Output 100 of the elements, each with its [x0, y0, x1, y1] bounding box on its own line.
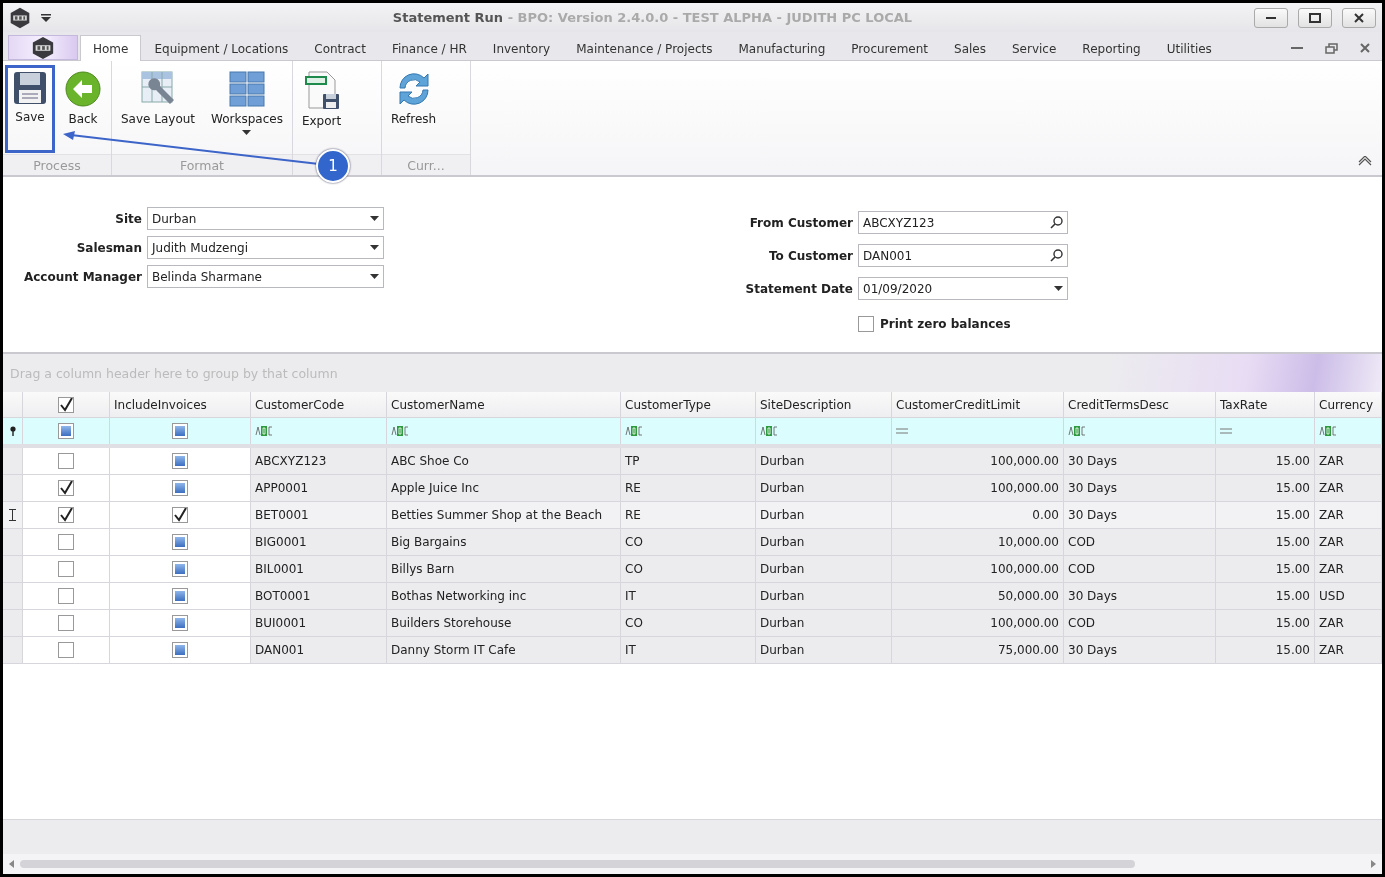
- close-icon: [1354, 12, 1364, 23]
- scroll-left-icon[interactable]: [9, 860, 14, 868]
- dropdown-field[interactable]: Durban: [147, 207, 384, 230]
- dropdown-caret-icon: [1054, 286, 1063, 291]
- checkbox[interactable]: [172, 588, 188, 604]
- quick-access-caret-icon[interactable]: [41, 13, 51, 22]
- checkbox[interactable]: [172, 507, 188, 523]
- ribbon-tab[interactable]: Sales: [941, 36, 999, 60]
- dropdown-caret-icon: [370, 216, 379, 221]
- checkbox[interactable]: [172, 642, 188, 658]
- table-cell: 15.00: [1216, 610, 1315, 636]
- field-label: Account Manager: [22, 269, 142, 284]
- checkbox[interactable]: [172, 561, 188, 577]
- ribbon-tab[interactable]: Equipment / Locations: [141, 36, 302, 60]
- table-cell: 100,000.00: [892, 610, 1064, 636]
- column-header[interactable]: CustomerCreditLimit: [892, 392, 1064, 417]
- table-cell: RE: [621, 475, 756, 501]
- dropdown-field[interactable]: 01/09/2020: [858, 277, 1068, 300]
- table-cell: Durban: [756, 556, 892, 582]
- ribbon-button[interactable]: Save Layout: [114, 65, 203, 153]
- logo-icon: [9, 6, 31, 29]
- table-cell: COD: [1064, 556, 1216, 582]
- table-cell: Big Bargains: [387, 529, 621, 555]
- application-menu-button[interactable]: [8, 35, 78, 60]
- minimize-button[interactable]: [1254, 7, 1288, 28]
- table-cell: 15.00: [1216, 529, 1315, 555]
- column-header[interactable]: SiteDescription: [756, 392, 892, 417]
- ribbon-tab[interactable]: Reporting: [1069, 36, 1154, 60]
- lookup-field[interactable]: DAN001: [858, 244, 1068, 267]
- grid-icon: [228, 70, 266, 108]
- table-cell: 15.00: [1216, 448, 1315, 474]
- table-cell: Apple Juice Inc: [387, 475, 621, 501]
- ribbon-button[interactable]: Back: [57, 65, 109, 153]
- equals-filter-icon: [1220, 428, 1232, 434]
- column-header[interactable]: CustomerType: [621, 392, 756, 417]
- ribbon-tab[interactable]: Maintenance / Projects: [563, 36, 726, 60]
- collapse-ribbon-icon[interactable]: [1358, 156, 1372, 166]
- table-cell: ZAR: [1315, 529, 1382, 555]
- column-header[interactable]: Currency: [1315, 392, 1382, 417]
- column-header[interactable]: TaxRate: [1216, 392, 1315, 417]
- table-cell: BIL0001: [251, 556, 387, 582]
- table-cell: Betties Summer Shop at the Beach: [387, 502, 621, 528]
- checkbox[interactable]: [58, 615, 74, 631]
- scrollbar-thumb[interactable]: [20, 860, 1135, 868]
- ribbon-tab[interactable]: Home: [80, 35, 142, 61]
- search-icon: [1050, 216, 1063, 229]
- column-header[interactable]: CreditTermsDesc: [1064, 392, 1216, 417]
- ribbon-tab[interactable]: Procurement: [838, 36, 942, 60]
- checkbox[interactable]: [58, 423, 74, 439]
- ribbon-tab[interactable]: Finance / HR: [378, 36, 480, 60]
- dropdown-field[interactable]: Belinda Sharmane: [147, 265, 384, 288]
- column-header[interactable]: IncludeInvoices: [110, 392, 251, 417]
- table-cell: IT: [621, 583, 756, 609]
- ribbon-tab[interactable]: Service: [999, 36, 1070, 60]
- dropdown-caret-icon: [370, 274, 379, 279]
- checkbox[interactable]: [58, 480, 74, 496]
- ribbon-button[interactable]: Workspaces: [204, 65, 290, 153]
- text-filter-icon: [1319, 425, 1337, 437]
- checkbox[interactable]: [172, 615, 188, 631]
- maximize-button[interactable]: [1298, 7, 1332, 28]
- table-cell: ZAR: [1315, 610, 1382, 636]
- checkbox[interactable]: [58, 534, 74, 550]
- ribbon-button[interactable]: Refresh: [383, 65, 444, 153]
- table-cell: Durban: [756, 448, 892, 474]
- table-cell: Danny Storm IT Cafe: [387, 637, 621, 663]
- checkbox[interactable]: [58, 507, 74, 523]
- table-cell: ZAR: [1315, 502, 1382, 528]
- table-cell: RE: [621, 502, 756, 528]
- ribbon-button[interactable]: Save: [5, 65, 55, 153]
- table-cell: BOT0001: [251, 583, 387, 609]
- table-cell: COD: [1064, 610, 1216, 636]
- window-title: Statement Run - BPO: Version 2.4.0.0 - TEST ALPHA - JUDITH PC LOCAL: [391, 10, 914, 25]
- table-cell: Durban: [756, 637, 892, 663]
- checkbox[interactable]: [858, 316, 874, 332]
- ribbon-tab[interactable]: Utilities: [1153, 36, 1225, 60]
- ribbon-tab[interactable]: Inventory: [479, 36, 564, 60]
- checkbox[interactable]: [58, 588, 74, 604]
- search-icon: [1050, 249, 1063, 262]
- column-header[interactable]: CustomerName: [387, 392, 621, 417]
- table-cell: 30 Days: [1064, 583, 1216, 609]
- table-cell: IT: [621, 637, 756, 663]
- checkbox[interactable]: [58, 453, 74, 469]
- checkbox[interactable]: [172, 423, 188, 439]
- lookup-field[interactable]: ABCXYZ123: [858, 211, 1068, 234]
- checkbox[interactable]: [172, 480, 188, 496]
- checkbox[interactable]: [58, 396, 74, 413]
- close-button[interactable]: [1342, 7, 1376, 28]
- checkbox[interactable]: [58, 561, 74, 577]
- ribbon-tab[interactable]: Contract: [301, 36, 379, 60]
- table-cell: 15.00: [1216, 637, 1315, 663]
- checkbox[interactable]: [172, 453, 188, 469]
- table-cell: 15.00: [1216, 475, 1315, 501]
- dropdown-field[interactable]: Judith Mudzengi: [147, 236, 384, 259]
- scroll-right-icon[interactable]: [1371, 860, 1376, 868]
- column-header[interactable]: CustomerCode: [251, 392, 387, 417]
- ribbon-tab[interactable]: Manufacturing: [725, 36, 839, 60]
- table-cell: Durban: [756, 475, 892, 501]
- checkbox[interactable]: [172, 534, 188, 550]
- checkbox[interactable]: [58, 642, 74, 658]
- table-cell: 30 Days: [1064, 448, 1216, 474]
